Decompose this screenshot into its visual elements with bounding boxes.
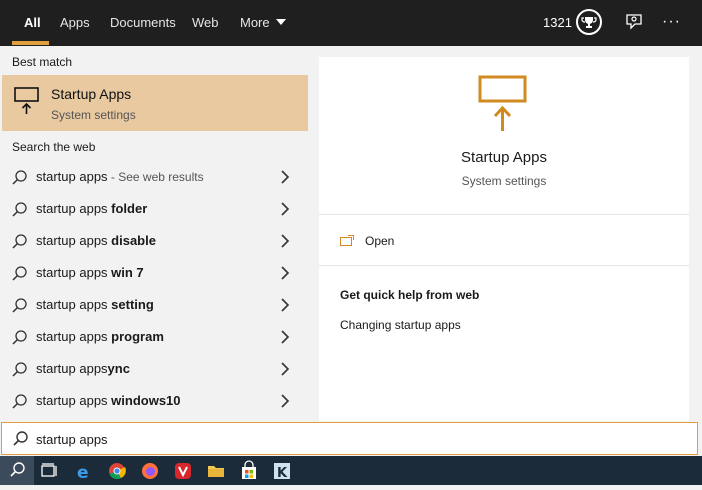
chevron-right-icon[interactable] [280,298,290,312]
chevron-right-icon[interactable] [280,394,290,408]
web-result-item[interactable]: startup apps folder [0,193,308,225]
chevron-right-icon[interactable] [280,266,290,280]
web-result-completion: folder [111,201,148,216]
open-icon [340,233,354,246]
web-result-item[interactable]: startup apps win 7 [0,257,308,289]
web-result-item[interactable]: startup appsync [0,353,308,385]
web-result-completion: setting [111,297,154,312]
web-result-query: startup apps [36,393,112,408]
tab-more-label: More [240,15,270,30]
store-icon[interactable] [238,460,260,482]
web-result-item[interactable]: startup apps - See web results [0,161,308,193]
tab-documents[interactable]: Documents [110,0,176,46]
web-result-completion: disable [111,233,156,248]
tab-all[interactable]: All [24,0,41,46]
web-result-query: startup apps [36,297,112,312]
search-icon [11,297,28,314]
chrome-icon[interactable] [106,460,128,482]
web-result-completion: program [111,329,164,344]
web-result-text: startup apps folder [36,201,147,216]
help-link[interactable]: Changing startup apps [340,318,461,332]
tab-apps[interactable]: Apps [60,0,90,46]
web-result-query: startup apps [36,265,112,280]
web-result-text: startup appsync [36,361,130,376]
preview-title: Startup Apps [461,149,547,166]
taskbar-search-icon[interactable] [0,456,34,485]
search-icon [11,329,28,346]
chevron-right-icon[interactable] [280,362,290,376]
preview-pane: Startup Apps System settings Open Get qu… [319,57,689,421]
open-label: Open [365,234,395,248]
search-icon [11,393,28,410]
search-icon [11,169,28,186]
app-k-icon[interactable]: K [271,460,293,482]
web-result-query: startup apps [36,201,112,216]
more-options-icon[interactable]: ··· [662,0,681,44]
search-icon [11,265,28,282]
quick-help-heading: Get quick help from web [340,288,480,302]
chevron-right-icon[interactable] [280,202,290,216]
web-result-text: startup apps disable [36,233,156,248]
search-icon [11,361,28,378]
web-result-item[interactable]: startup apps program [0,321,308,353]
best-match-item[interactable]: Startup Apps System settings [2,75,308,131]
web-result-query: startup apps [36,169,108,184]
web-result-text: startup apps program [36,329,164,344]
web-result-query: startup apps [36,233,112,248]
edge-icon[interactable]: e [73,460,95,483]
vivaldi-icon[interactable] [172,460,194,482]
web-result-completion: windows10 [111,393,181,408]
web-result-query: startup apps [36,361,108,376]
web-result-text: startup apps setting [36,297,154,312]
web-result-item[interactable]: startup apps disable [0,225,308,257]
feedback-icon[interactable] [624,12,644,32]
file-explorer-icon[interactable] [205,460,227,482]
task-view-icon[interactable] [38,460,60,482]
startup-apps-large-icon [478,75,528,133]
taskbar: e K [0,456,702,485]
rewards-points: 1321 [543,15,572,30]
best-match-heading: Best match [12,55,73,69]
tab-more[interactable]: More [240,0,286,46]
preview-subtitle: System settings [461,174,547,188]
open-action[interactable]: Open [319,215,689,265]
startup-apps-icon [14,87,40,115]
active-tab-indicator [12,41,49,45]
web-result-completion: ync [107,361,130,376]
caret-down-icon [275,19,286,25]
web-result-item[interactable]: startup apps setting [0,289,308,321]
web-result-completion: win 7 [111,265,144,280]
web-result-item[interactable]: startup apps windows10 [0,385,308,417]
search-input[interactable] [36,428,676,450]
tab-web[interactable]: Web [192,0,219,46]
trophy-icon[interactable] [576,9,602,35]
web-result-text: startup apps win 7 [36,265,144,280]
search-web-heading: Search the web [12,140,96,154]
results-pane: Best match Startup Apps System settings … [0,46,308,421]
divider [319,265,689,266]
web-result-text: startup apps windows10 [36,393,181,408]
best-match-title: Startup Apps [51,86,132,102]
search-scope-nav: All Apps Documents Web More 1321 ··· [0,0,702,46]
web-result-text: startup apps - See web results [36,169,204,184]
best-match-subtitle: System settings [51,108,136,122]
search-box[interactable] [1,422,698,455]
chevron-right-icon[interactable] [280,330,290,344]
search-icon [12,430,29,447]
chevron-right-icon[interactable] [280,234,290,248]
firefox-icon[interactable] [139,460,161,482]
search-icon [11,201,28,218]
svg-text:K: K [277,466,288,481]
search-icon [11,233,28,250]
web-result-query: startup apps [36,329,112,344]
svg-text:e: e [77,463,89,482]
web-result-suffix: - See web results [107,170,204,184]
chevron-right-icon[interactable] [280,170,290,184]
